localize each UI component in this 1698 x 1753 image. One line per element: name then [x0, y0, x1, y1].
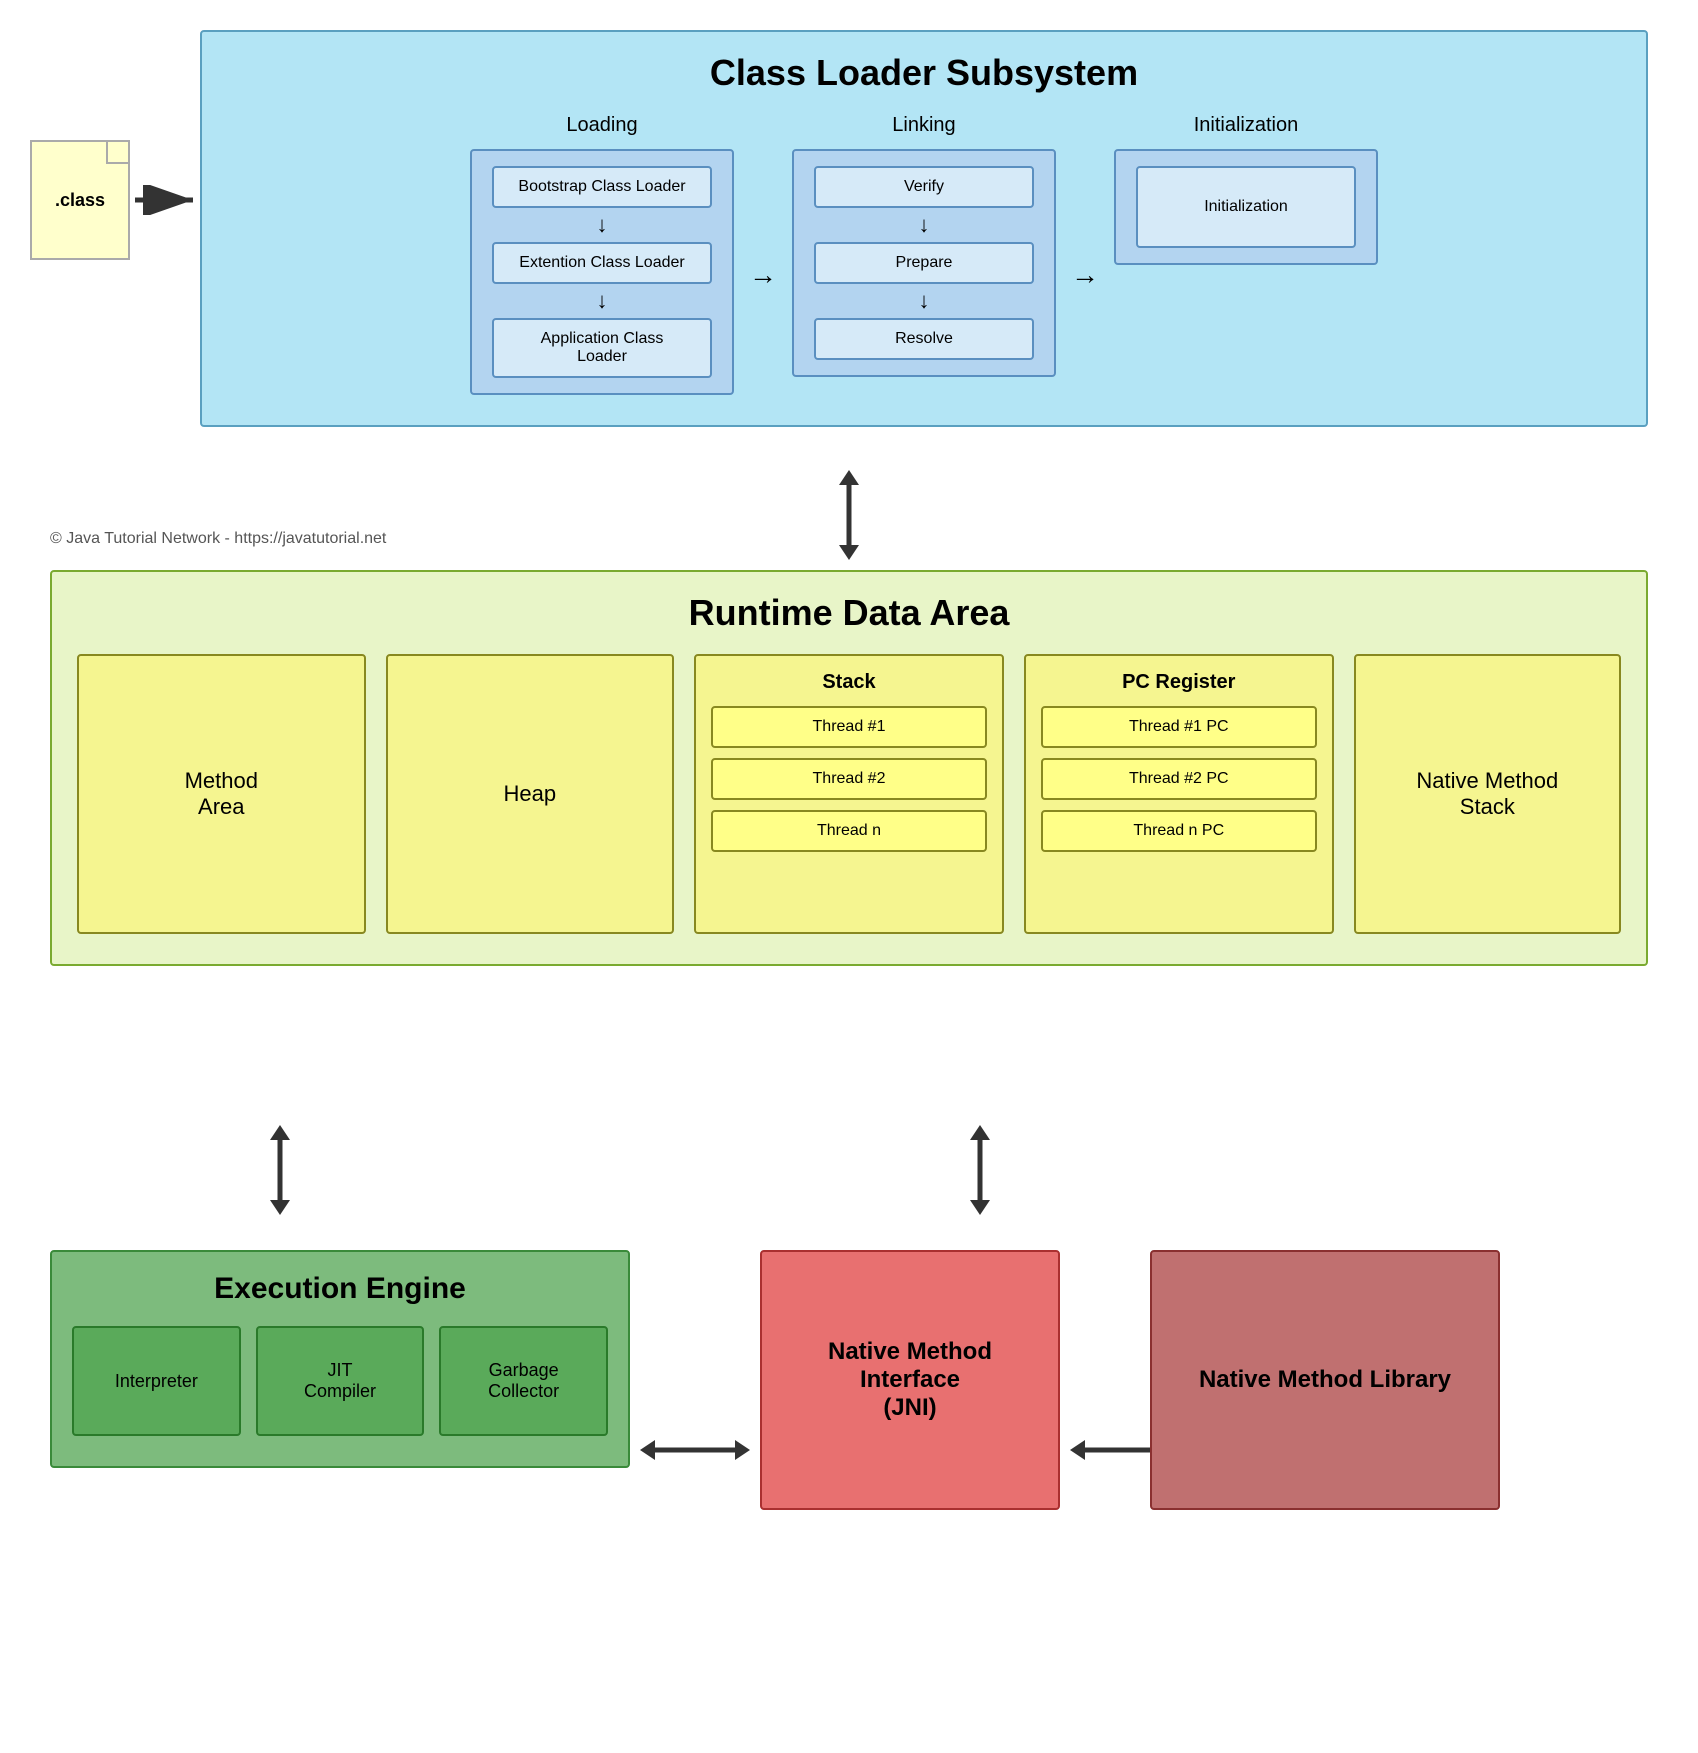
nml-section: Native Method Library — [1150, 1250, 1500, 1510]
linking-label: Linking — [892, 114, 955, 137]
verify-box: Verify — [814, 166, 1034, 208]
thread-2-pc-box: Thread #2 PC — [1041, 758, 1317, 800]
class-loader-title: Class Loader Subsystem — [232, 52, 1616, 94]
pc-label: PC Register — [1041, 671, 1317, 694]
thread-n-box: Thread n — [711, 810, 987, 852]
arrow-down-1: ↓ — [597, 212, 608, 238]
nml-label: Native Method Library — [1199, 1366, 1451, 1394]
garbage-collector-box: GarbageCollector — [439, 1326, 608, 1436]
method-area-box: MethodArea — [77, 654, 366, 934]
arrow-exec-to-nmi — [640, 1430, 750, 1470]
arrow-down-3: ↓ — [919, 212, 930, 238]
prepare-box: Prepare — [814, 242, 1034, 284]
native-method-stack-box: Native MethodStack — [1354, 654, 1621, 934]
arrow-rda-to-exec — [250, 1125, 310, 1225]
stack-column: Stack Thread #1 Thread #2 Thread n — [694, 654, 1004, 934]
arrow-class-to-loader — [135, 185, 205, 215]
initialization-label: Initialization — [1194, 114, 1299, 137]
pc-column: PC Register Thread #1 PC Thread #2 PC Th… — [1024, 654, 1334, 934]
runtime-section: Runtime Data Area MethodArea Heap Stack … — [50, 570, 1648, 966]
class-loader-section: Class Loader Subsystem Loading Bootstrap… — [200, 30, 1648, 427]
thread-2-box: Thread #2 — [711, 758, 987, 800]
application-class-loader: Application Class Loader — [492, 318, 712, 378]
arrow-down-4: ↓ — [919, 288, 930, 314]
arrow-linking-to-init: → — [1071, 259, 1099, 291]
loading-label: Loading — [566, 114, 637, 137]
initialization-box: Initialization — [1136, 166, 1356, 248]
copyright-text: © Java Tutorial Network - https://javatu… — [50, 530, 386, 548]
execution-engine-title: Execution Engine — [72, 1272, 608, 1306]
arrow-loading-to-linking: → — [749, 259, 777, 291]
interpreter-box: Interpreter — [72, 1326, 241, 1436]
thread-1-box: Thread #1 — [711, 706, 987, 748]
runtime-title: Runtime Data Area — [77, 592, 1621, 634]
resolve-box: Resolve — [814, 318, 1034, 360]
extension-class-loader: Extention Class Loader — [492, 242, 712, 284]
arrow-cl-to-rda — [819, 470, 879, 570]
class-file-icon: .class — [30, 140, 130, 260]
nmi-label: Native MethodInterface(JNI) — [828, 1338, 992, 1422]
bootstrap-class-loader: Bootstrap Class Loader — [492, 166, 712, 208]
thread-n-pc-box: Thread n PC — [1041, 810, 1317, 852]
arrow-down-2: ↓ — [597, 288, 608, 314]
thread-1-pc-box: Thread #1 PC — [1041, 706, 1317, 748]
initialization-column: Initialization — [1114, 149, 1378, 265]
stack-label: Stack — [711, 671, 987, 694]
nmi-section: Native MethodInterface(JNI) — [760, 1250, 1060, 1510]
execution-engine-section: Execution Engine Interpreter JITCompiler… — [50, 1250, 630, 1468]
heap-box: Heap — [386, 654, 675, 934]
class-file-label: .class — [55, 190, 105, 211]
arrow-rda-to-nmi — [950, 1125, 1010, 1225]
jit-compiler-box: JITCompiler — [256, 1326, 425, 1436]
linking-column: Verify ↓ Prepare ↓ Resolve — [792, 149, 1056, 377]
loading-column: Bootstrap Class Loader ↓ Extention Class… — [470, 149, 734, 395]
